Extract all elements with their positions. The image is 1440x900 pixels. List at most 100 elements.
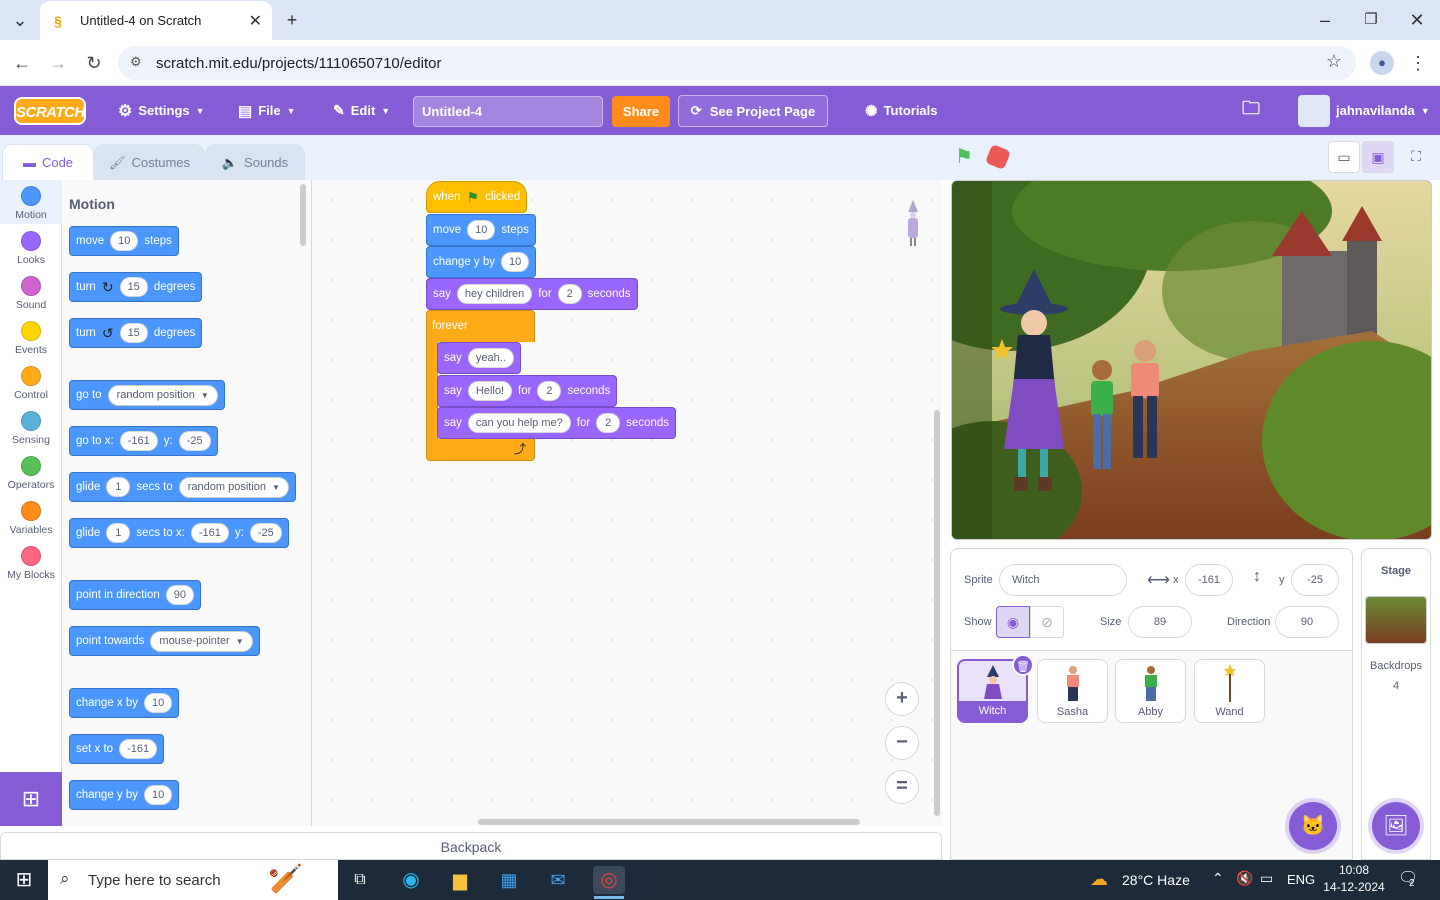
say-for-secs-block[interactable]: say hey children for 2 seconds — [426, 278, 638, 310]
tray-chevron-icon[interactable]: ⌃ — [1212, 870, 1224, 887]
sprite-thumb-wand[interactable]: Wand — [1194, 659, 1265, 723]
message-input[interactable]: can you help me? — [467, 413, 571, 433]
size-input[interactable]: 89 — [1128, 606, 1192, 638]
sprite-thumb-abby[interactable]: Abby — [1115, 659, 1186, 723]
script-workspace[interactable]: when ⚑ clicked move 10 steps change y by 10 s… — [312, 180, 942, 826]
backpack[interactable]: Backpack — [0, 832, 942, 860]
edit-menu[interactable]: ✎ Edit ▼ — [333, 86, 390, 135]
sasha-sprite[interactable] — [1122, 336, 1168, 471]
network-icon[interactable]: ▭ — [1260, 870, 1273, 887]
new-tab-icon[interactable]: + — [272, 0, 312, 40]
say-for-secs-block[interactable]: say can you help me? for 2 seconds — [437, 407, 677, 439]
show-eye-icon[interactable]: ◉ — [996, 606, 1030, 638]
bookmark-star-icon[interactable]: ☆ — [1326, 51, 1342, 72]
restore-icon[interactable]: ❐ — [1351, 0, 1391, 40]
site-info-icon[interactable]: ⚙ — [130, 54, 142, 70]
hide-eye-icon[interactable]: ⊘ — [1030, 606, 1064, 638]
goto-dropdown[interactable]: random position ▼ — [107, 384, 218, 406]
secs-input[interactable]: 2 — [537, 381, 562, 401]
palette-point-direction-block[interactable]: point in direction 90 — [69, 580, 201, 610]
category-my-blocks[interactable]: My Blocks — [0, 546, 62, 581]
minimize-icon[interactable]: – — [1305, 0, 1345, 40]
tab-sounds[interactable]: 🔈 Sounds — [205, 144, 305, 180]
edge-icon[interactable]: ◉ — [397, 866, 425, 894]
palette-move-block[interactable]: move 10 steps — [69, 226, 179, 256]
workspace-horizontal-scrollbar[interactable] — [478, 819, 860, 825]
y-position-input[interactable]: -25 — [1291, 564, 1339, 596]
zoom-in-button[interactable]: + — [885, 682, 919, 716]
palette-glide-xy-block[interactable]: glide 1 secs to x: -161 y: -25 — [69, 518, 289, 548]
back-icon[interactable]: ← — [7, 48, 37, 78]
palette-point-towards-block[interactable]: point towards mouse-pointer ▼ — [69, 626, 260, 656]
language-indicator[interactable]: ENG — [1287, 872, 1315, 887]
large-stage-icon[interactable]: ▣ — [1362, 141, 1394, 173]
green-flag-icon[interactable]: ⚑ — [955, 146, 977, 168]
palette-scrollbar[interactable] — [300, 184, 306, 246]
settings-menu[interactable]: ⚙ Settings ▼ — [118, 86, 205, 135]
secs-input[interactable]: 2 — [557, 284, 582, 304]
tab-code[interactable]: ▬ Code — [2, 144, 94, 180]
secs-input[interactable]: 2 — [596, 413, 621, 433]
category-variables[interactable]: Variables — [0, 501, 62, 536]
browser-tab[interactable]: § Untitled-4 on Scratch ✕ — [40, 1, 272, 40]
chrome-menu-icon[interactable]: ⋮ — [1403, 48, 1433, 78]
x-position-input[interactable]: -161 — [1185, 564, 1233, 596]
x-input[interactable]: -161 — [119, 431, 158, 451]
number-input[interactable]: 10 — [110, 231, 139, 251]
y-input[interactable]: -25 — [249, 523, 282, 543]
message-input[interactable]: hey children — [456, 284, 533, 304]
category-sensing[interactable]: Sensing — [0, 411, 62, 446]
number-input[interactable]: 15 — [119, 323, 148, 343]
palette-set-x-block[interactable]: set x to -161 — [69, 734, 165, 764]
number-input[interactable]: 15 — [119, 277, 148, 297]
palette-change-y-block[interactable]: change y by 10 — [69, 780, 180, 810]
x-input[interactable]: -161 — [190, 523, 229, 543]
direction-input[interactable]: 90 — [1275, 606, 1339, 638]
palette-goto-xy-block[interactable]: go to x: -161 y: -25 — [69, 426, 218, 456]
close-window-icon[interactable]: ✕ — [1397, 0, 1437, 40]
palette-turn-right-block[interactable]: turn ↻ 15 degrees — [69, 272, 203, 302]
microsoft-store-icon[interactable]: ▦ — [495, 866, 523, 894]
move-steps-block[interactable]: move 10 steps — [426, 214, 536, 246]
palette-change-x-block[interactable]: change x by 10 — [69, 688, 180, 718]
choose-backdrop-button[interactable]: 🖼 — [1372, 802, 1420, 850]
y-input[interactable]: -25 — [178, 431, 211, 451]
task-view-icon[interactable]: ⧉ — [346, 866, 374, 894]
small-stage-icon[interactable]: ▭ — [1328, 141, 1360, 173]
sprite-name-input[interactable]: Witch — [999, 564, 1127, 596]
mail-icon[interactable]: ✉ — [544, 866, 572, 894]
say-block[interactable]: say yeah.. — [437, 342, 521, 374]
share-button[interactable]: Share — [612, 96, 670, 127]
glide-dropdown[interactable]: random position ▼ — [178, 476, 289, 498]
tab-costumes[interactable]: 🖌 Costumes — [94, 144, 205, 180]
windows-start-icon[interactable]: ⊞ — [10, 866, 38, 894]
clock[interactable]: 10:08 14-12-2024 — [1322, 863, 1386, 894]
delete-sprite-icon[interactable]: 🗑 — [1012, 654, 1034, 676]
category-looks[interactable]: Looks — [0, 231, 62, 266]
taskbar-search-box[interactable]: ⌕ Type here to search 🏏 — [48, 860, 338, 900]
sprite-thumb-sasha[interactable]: Sasha — [1037, 659, 1108, 723]
say-for-secs-block[interactable]: say Hello! for 2 seconds — [437, 375, 618, 407]
change-y-block[interactable]: change y by 10 — [426, 246, 537, 278]
close-tab-icon[interactable]: ✕ — [249, 11, 262, 31]
fullscreen-icon[interactable]: ⛶ — [1400, 141, 1432, 173]
project-title-input[interactable]: Untitled-4 — [413, 96, 603, 127]
message-input[interactable]: yeah.. — [467, 348, 514, 368]
file-menu[interactable]: ▤ File ▼ — [238, 86, 296, 135]
number-input[interactable]: 10 — [144, 693, 173, 713]
direction-input[interactable]: 90 — [165, 585, 194, 605]
chrome-taskbar-icon[interactable]: ◎ — [593, 866, 625, 894]
towards-dropdown[interactable]: mouse-pointer ▼ — [150, 630, 253, 652]
scratch-logo[interactable]: SCRATCH — [14, 97, 86, 125]
palette-turn-left-block[interactable]: turn ↺ 15 degrees — [69, 318, 203, 348]
abby-sprite[interactable] — [1082, 356, 1122, 481]
category-control[interactable]: Control — [0, 366, 62, 401]
forward-icon[interactable]: → — [43, 48, 73, 78]
tab-search-icon[interactable]: ⌄ — [0, 0, 40, 40]
category-events[interactable]: Events — [0, 321, 62, 356]
url-field[interactable]: ⚙ scratch.mit.edu/projects/1110650710/ed… — [118, 46, 1356, 80]
weather-text[interactable]: 28°C Haze — [1122, 872, 1190, 888]
category-motion[interactable]: Motion — [0, 186, 62, 221]
category-sound[interactable]: Sound — [0, 276, 62, 311]
reload-icon[interactable]: ↻ — [79, 48, 109, 78]
